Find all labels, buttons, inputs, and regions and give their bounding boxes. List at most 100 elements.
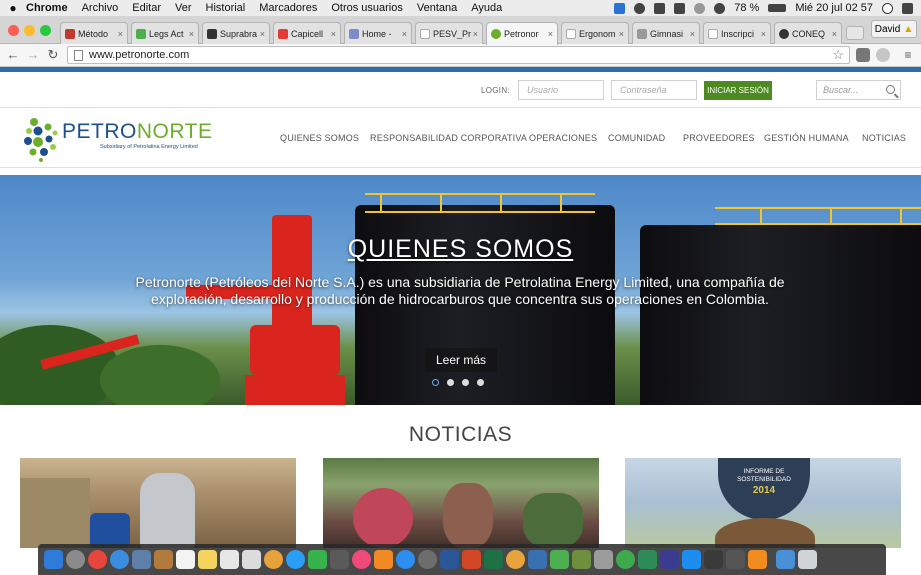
tab-close-icon[interactable]: × [832,29,837,39]
tab-close-icon[interactable]: × [118,29,123,39]
spotlight-icon[interactable] [882,2,893,14]
browser-tab[interactable]: Home - × [344,22,412,44]
search-icon[interactable] [886,85,895,94]
browser-tab[interactable]: Capicell × [273,22,341,44]
system-preferences-icon[interactable] [418,550,437,569]
profile-button[interactable]: David ▲ [871,20,917,38]
calendar-icon[interactable] [176,550,195,569]
password-input[interactable]: Contraseña [611,80,697,100]
slider-dot-1[interactable] [432,379,439,386]
clock[interactable]: Mié 20 jul 02 57 [795,2,873,14]
nav-responsabilidad-corporativa[interactable]: RESPONSABILIDAD CORPORATIVA [370,133,527,143]
reload-icon[interactable]: ↻ [45,47,61,63]
nav-comunidad[interactable]: COMUNIDAD [608,133,665,143]
zoom-window-button[interactable] [40,25,51,36]
tab-close-icon[interactable]: × [260,29,265,39]
slider-dot-3[interactable] [462,379,469,386]
volume-icon[interactable] [674,2,686,14]
browser-tab-active[interactable]: Petronor × [486,22,558,45]
browser-tab[interactable]: Legs Act × [131,22,199,44]
dropbox-icon[interactable] [614,2,626,14]
app-icon[interactable] [572,550,591,569]
slider-dot-2[interactable] [447,379,454,386]
sublime-icon[interactable] [726,550,745,569]
skype-extension-icon[interactable] [876,48,890,62]
messages-icon[interactable] [286,550,305,569]
hero-title[interactable]: QUIENES SOMOS [0,235,921,264]
address-bar[interactable]: www.petronorte.com ☆ [67,46,850,64]
slider-dot-4[interactable] [477,379,484,386]
browser-tab[interactable]: Inscripci × [703,22,771,44]
grapher-icon[interactable] [594,550,613,569]
petronorte-logo[interactable]: PETRONORTE Subsidiary of Petrolatina Ene… [24,114,214,162]
menu-otros-usuarios[interactable]: Otros usuarios [331,2,403,14]
tab-close-icon[interactable]: × [619,29,624,39]
menu-app-name[interactable]: Chrome [26,2,68,14]
photos-icon[interactable] [264,550,283,569]
tab-close-icon[interactable]: × [189,29,194,39]
stickies-icon[interactable] [198,550,217,569]
chrome-icon[interactable] [88,550,107,569]
itunes-icon[interactable] [352,550,371,569]
safari-icon[interactable] [110,550,129,569]
contacts-icon[interactable] [242,550,261,569]
app-icon[interactable] [638,550,657,569]
onenote-icon[interactable] [528,550,547,569]
battery-icon[interactable] [768,4,787,12]
menu-archivo[interactable]: Archivo [82,2,119,14]
site-search-input[interactable]: Buscar... [816,80,901,100]
browser-tab[interactable]: Método × [60,22,128,44]
app-store-icon[interactable] [396,550,415,569]
reminders-icon[interactable] [220,550,239,569]
user-status-icon[interactable] [634,2,646,14]
bluetooth-icon[interactable] [694,2,706,14]
launchpad-icon[interactable] [66,550,85,569]
evernote-icon[interactable] [616,550,635,569]
finder-icon[interactable] [44,550,63,569]
tab-close-icon[interactable]: × [473,29,478,39]
menu-ver[interactable]: Ver [175,2,192,14]
screen-icon[interactable] [654,2,666,14]
news-card-image[interactable] [20,458,296,548]
tab-close-icon[interactable]: × [761,29,766,39]
tab-close-icon[interactable]: × [402,29,407,39]
menu-ventana[interactable]: Ventana [417,2,457,14]
nav-operaciones[interactable]: OPERACIONES [529,133,597,143]
vlc-icon[interactable] [748,550,767,569]
facetime-icon[interactable] [308,550,327,569]
tab-close-icon[interactable]: × [690,29,695,39]
news-card-image[interactable] [323,458,599,548]
chrome-menu-icon[interactable]: ≡ [900,47,916,63]
menu-editar[interactable]: Editar [132,2,161,14]
apple-icon[interactable]: ● [0,1,26,15]
new-tab-button[interactable] [846,26,864,40]
tab-close-icon[interactable]: × [548,29,553,39]
trash-icon[interactable] [798,550,817,569]
bookmark-star-icon[interactable]: ☆ [832,47,844,63]
browser-tab[interactable]: Suprabra × [202,22,270,44]
nav-quienes-somos[interactable]: QUIENES SOMOS [280,133,359,143]
username-input[interactable]: Usuario [518,80,604,100]
notification-center-icon[interactable] [902,2,913,14]
word-icon[interactable] [440,550,459,569]
menu-ayuda[interactable]: Ayuda [471,2,502,14]
eyedropper-extension-icon[interactable] [856,48,870,62]
news-card-image[interactable]: INFORME DE SOSTENIBILIDAD 2014 [625,458,901,548]
teamviewer-icon[interactable] [682,550,701,569]
forward-arrow-icon[interactable]: → [25,47,41,63]
utorrent-icon[interactable] [550,550,569,569]
ibooks-icon[interactable] [374,550,393,569]
nav-noticias[interactable]: NOTICIAS [862,133,906,143]
wifi-icon[interactable] [714,2,726,14]
back-arrow-icon[interactable]: ← [5,47,21,63]
browser-tab[interactable]: CONEQ × [774,22,842,44]
browser-tab[interactable]: PESV_Pr × [415,22,483,44]
nav-gestion-humana[interactable]: GESTIÓN HUMANA [764,133,849,143]
close-window-button[interactable] [8,25,19,36]
excel-icon[interactable] [484,550,503,569]
tab-close-icon[interactable]: × [331,29,336,39]
disk-utility-icon[interactable] [660,550,679,569]
nav-proveedores[interactable]: PROVEEDORES [683,133,755,143]
minimize-window-button[interactable] [24,25,35,36]
login-button[interactable]: INICIAR SESIÓN [704,81,772,100]
